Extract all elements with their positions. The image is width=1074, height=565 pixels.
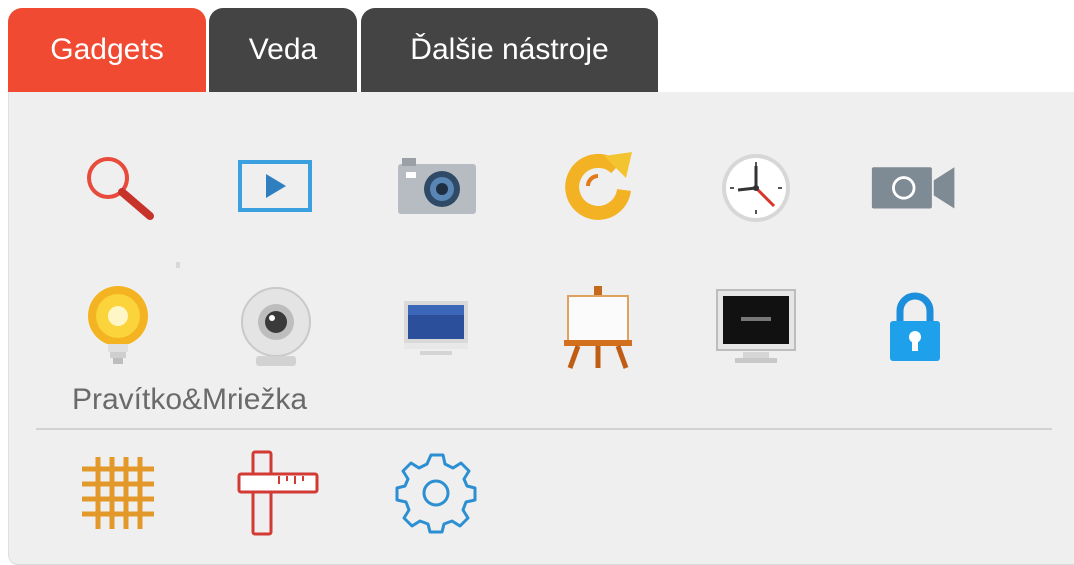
decorative-dot xyxy=(176,262,180,268)
video-camera-icon xyxy=(871,167,955,209)
webcam-icon xyxy=(241,287,311,366)
video-player-tool[interactable] xyxy=(231,141,321,231)
video-player-icon xyxy=(238,160,312,212)
lightbulb-icon xyxy=(88,286,148,364)
clock-tool[interactable] xyxy=(711,141,801,231)
clock-icon xyxy=(722,154,790,222)
refresh-tool[interactable] xyxy=(553,141,643,231)
monitor-tool[interactable] xyxy=(391,282,481,372)
monitor-icon xyxy=(404,301,468,355)
lightbulb-tool[interactable] xyxy=(73,282,163,372)
section-label-ruler-grid: Pravítko&Mriežka xyxy=(72,383,308,416)
lock-tool[interactable] xyxy=(870,282,960,372)
refresh-icon xyxy=(565,152,632,220)
tab-gadgets[interactable]: Gadgets xyxy=(8,8,206,92)
camera-tool[interactable] xyxy=(391,141,481,231)
lock-icon xyxy=(890,292,940,361)
grid-icon xyxy=(82,457,154,529)
ruler-icon xyxy=(237,450,319,536)
tab-gadgets-label: Gadgets xyxy=(50,33,164,66)
easel-icon xyxy=(564,286,632,369)
tab-dalsie-nastroje[interactable]: Ďalšie nástroje xyxy=(361,8,658,92)
magnifier-tool[interactable] xyxy=(73,141,163,231)
easel-tool[interactable] xyxy=(553,282,643,372)
video-camera-tool[interactable] xyxy=(870,141,960,231)
tab-veda[interactable]: Veda xyxy=(209,8,357,92)
tab-dalsie-nastroje-label: Ďalšie nástroje xyxy=(410,33,609,66)
section-divider xyxy=(36,428,1052,430)
tab-veda-label: Veda xyxy=(248,33,318,66)
webcam-tool[interactable] xyxy=(231,282,321,372)
magnifier-icon xyxy=(87,157,154,220)
grid-tool[interactable] xyxy=(73,448,163,538)
camera-icon xyxy=(398,158,476,214)
settings-gear-icon xyxy=(395,453,477,534)
display-screen-tool[interactable] xyxy=(711,282,801,372)
ruler-tool[interactable] xyxy=(231,448,321,538)
settings-gear-tool[interactable] xyxy=(391,448,481,538)
display-screen-icon xyxy=(716,289,796,363)
